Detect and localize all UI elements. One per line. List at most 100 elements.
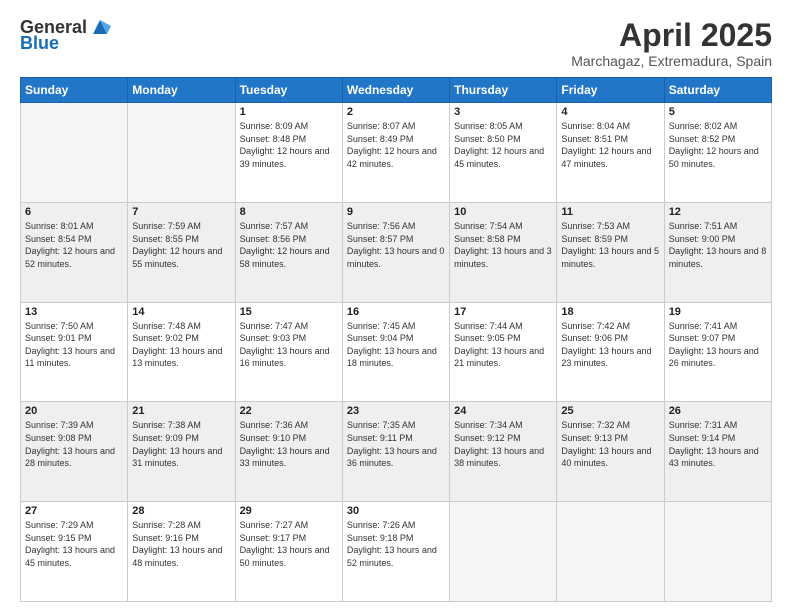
- day-number: 10: [454, 206, 552, 218]
- header: General Blue April 2025 Marchagaz, Extre…: [20, 18, 772, 69]
- day-info: Sunrise: 7:39 AMSunset: 9:08 PMDaylight:…: [25, 419, 123, 469]
- day-info: Sunrise: 8:01 AMSunset: 8:54 PMDaylight:…: [25, 220, 123, 270]
- location: Marchagaz, Extremadura, Spain: [571, 53, 772, 69]
- day-info: Sunrise: 7:36 AMSunset: 9:10 PMDaylight:…: [240, 419, 338, 469]
- day-info: Sunrise: 7:48 AMSunset: 9:02 PMDaylight:…: [132, 320, 230, 370]
- day-info: Sunrise: 7:51 AMSunset: 9:00 PMDaylight:…: [669, 220, 767, 270]
- calendar-cell: 6 Sunrise: 8:01 AMSunset: 8:54 PMDaylight…: [21, 202, 128, 302]
- day-info: Sunrise: 7:50 AMSunset: 9:01 PMDaylight:…: [25, 320, 123, 370]
- calendar-cell: 18 Sunrise: 7:42 AMSunset: 9:06 PMDayligh…: [557, 302, 664, 402]
- day-number: 27: [25, 505, 123, 517]
- day-info: Sunrise: 7:44 AMSunset: 9:05 PMDaylight:…: [454, 320, 552, 370]
- day-info: Sunrise: 7:38 AMSunset: 9:09 PMDaylight:…: [132, 419, 230, 469]
- day-number: 2: [347, 106, 445, 118]
- calendar-cell: 21 Sunrise: 7:38 AMSunset: 9:09 PMDayligh…: [128, 402, 235, 502]
- calendar-day-header: Friday: [557, 78, 664, 103]
- calendar-day-header: Tuesday: [235, 78, 342, 103]
- calendar-cell: 8 Sunrise: 7:57 AMSunset: 8:56 PMDaylight…: [235, 202, 342, 302]
- calendar-cell: 26 Sunrise: 7:31 AMSunset: 9:14 PMDayligh…: [664, 402, 771, 502]
- day-info: Sunrise: 7:26 AMSunset: 9:18 PMDaylight:…: [347, 519, 445, 569]
- day-number: 11: [561, 206, 659, 218]
- day-number: 7: [132, 206, 230, 218]
- day-number: 18: [561, 306, 659, 318]
- day-number: 5: [669, 106, 767, 118]
- day-number: 21: [132, 405, 230, 417]
- day-info: Sunrise: 7:31 AMSunset: 9:14 PMDaylight:…: [669, 419, 767, 469]
- day-info: Sunrise: 7:53 AMSunset: 8:59 PMDaylight:…: [561, 220, 659, 270]
- calendar-day-header: Sunday: [21, 78, 128, 103]
- calendar-cell: 23 Sunrise: 7:35 AMSunset: 9:11 PMDayligh…: [342, 402, 449, 502]
- calendar-cell: 10Sunrise: 7:54 AMSunset: 8:58 PMDayligh…: [450, 202, 557, 302]
- title-block: April 2025 Marchagaz, Extremadura, Spain: [571, 18, 772, 69]
- day-number: 23: [347, 405, 445, 417]
- calendar-cell: 17 Sunrise: 7:44 AMSunset: 9:05 PMDayligh…: [450, 302, 557, 402]
- calendar-day-header: Wednesday: [342, 78, 449, 103]
- calendar-cell: 29 Sunrise: 7:27 AMSunset: 9:17 PMDayligh…: [235, 502, 342, 602]
- day-info: Sunrise: 7:29 AMSunset: 9:15 PMDaylight:…: [25, 519, 123, 569]
- day-info: Sunrise: 8:04 AMSunset: 8:51 PMDaylight:…: [561, 120, 659, 170]
- calendar-day-header: Thursday: [450, 78, 557, 103]
- day-info: Sunrise: 8:07 AMSunset: 8:49 PMDaylight:…: [347, 120, 445, 170]
- logo-blue-text: Blue: [20, 34, 59, 54]
- day-number: 14: [132, 306, 230, 318]
- calendar-cell: 16 Sunrise: 7:45 AMSunset: 9:04 PMDayligh…: [342, 302, 449, 402]
- calendar-cell: [450, 502, 557, 602]
- day-number: 16: [347, 306, 445, 318]
- calendar-cell: 13 Sunrise: 7:50 AMSunset: 9:01 PMDayligh…: [21, 302, 128, 402]
- day-number: 25: [561, 405, 659, 417]
- calendar-day-header: Monday: [128, 78, 235, 103]
- calendar-week-row: 6 Sunrise: 8:01 AMSunset: 8:54 PMDaylight…: [21, 202, 772, 302]
- calendar-cell: 20 Sunrise: 7:39 AMSunset: 9:08 PMDayligh…: [21, 402, 128, 502]
- day-number: 15: [240, 306, 338, 318]
- calendar-cell: 1Sunrise: 8:09 AMSunset: 8:48 PMDaylight…: [235, 103, 342, 203]
- day-number: 13: [25, 306, 123, 318]
- day-number: 8: [240, 206, 338, 218]
- day-info: Sunrise: 7:59 AMSunset: 8:55 PMDaylight:…: [132, 220, 230, 270]
- day-number: 9: [347, 206, 445, 218]
- day-info: Sunrise: 7:28 AMSunset: 9:16 PMDaylight:…: [132, 519, 230, 569]
- day-info: Sunrise: 7:45 AMSunset: 9:04 PMDaylight:…: [347, 320, 445, 370]
- day-number: 26: [669, 405, 767, 417]
- logo-icon: [89, 16, 111, 38]
- day-info: Sunrise: 7:57 AMSunset: 8:56 PMDaylight:…: [240, 220, 338, 270]
- calendar-cell: [664, 502, 771, 602]
- calendar-week-row: 20 Sunrise: 7:39 AMSunset: 9:08 PMDayligh…: [21, 402, 772, 502]
- day-number: 30: [347, 505, 445, 517]
- day-info: Sunrise: 7:35 AMSunset: 9:11 PMDaylight:…: [347, 419, 445, 469]
- calendar-week-row: 1Sunrise: 8:09 AMSunset: 8:48 PMDaylight…: [21, 103, 772, 203]
- day-info: Sunrise: 7:42 AMSunset: 9:06 PMDaylight:…: [561, 320, 659, 370]
- calendar-week-row: 13 Sunrise: 7:50 AMSunset: 9:01 PMDayligh…: [21, 302, 772, 402]
- day-info: Sunrise: 7:34 AMSunset: 9:12 PMDaylight:…: [454, 419, 552, 469]
- day-number: 28: [132, 505, 230, 517]
- calendar-cell: 28 Sunrise: 7:28 AMSunset: 9:16 PMDayligh…: [128, 502, 235, 602]
- calendar-cell: 9 Sunrise: 7:56 AMSunset: 8:57 PMDaylight…: [342, 202, 449, 302]
- day-number: 19: [669, 306, 767, 318]
- day-number: 1: [240, 106, 338, 118]
- day-number: 22: [240, 405, 338, 417]
- calendar-cell: 12Sunrise: 7:51 AMSunset: 9:00 PMDayligh…: [664, 202, 771, 302]
- calendar-day-header: Saturday: [664, 78, 771, 103]
- calendar-cell: [557, 502, 664, 602]
- calendar-cell: 19Sunrise: 7:41 AMSunset: 9:07 PMDayligh…: [664, 302, 771, 402]
- day-number: 29: [240, 505, 338, 517]
- calendar-cell: 27 Sunrise: 7:29 AMSunset: 9:15 PMDayligh…: [21, 502, 128, 602]
- page: General Blue April 2025 Marchagaz, Extre…: [0, 0, 792, 612]
- calendar-cell: 4Sunrise: 8:04 AMSunset: 8:51 PMDaylight…: [557, 103, 664, 203]
- day-info: Sunrise: 7:27 AMSunset: 9:17 PMDaylight:…: [240, 519, 338, 569]
- calendar-cell: 15Sunrise: 7:47 AMSunset: 9:03 PMDayligh…: [235, 302, 342, 402]
- calendar-cell: 7 Sunrise: 7:59 AMSunset: 8:55 PMDaylight…: [128, 202, 235, 302]
- day-info: Sunrise: 7:56 AMSunset: 8:57 PMDaylight:…: [347, 220, 445, 270]
- calendar-table: SundayMondayTuesdayWednesdayThursdayFrid…: [20, 77, 772, 602]
- day-number: 6: [25, 206, 123, 218]
- calendar-cell: 2 Sunrise: 8:07 AMSunset: 8:49 PMDaylight…: [342, 103, 449, 203]
- day-info: Sunrise: 7:32 AMSunset: 9:13 PMDaylight:…: [561, 419, 659, 469]
- calendar-cell: [128, 103, 235, 203]
- day-info: Sunrise: 8:02 AMSunset: 8:52 PMDaylight:…: [669, 120, 767, 170]
- logo: General Blue: [20, 18, 111, 54]
- day-number: 20: [25, 405, 123, 417]
- calendar-week-row: 27 Sunrise: 7:29 AMSunset: 9:15 PMDayligh…: [21, 502, 772, 602]
- calendar-cell: 30 Sunrise: 7:26 AMSunset: 9:18 PMDayligh…: [342, 502, 449, 602]
- calendar-cell: 22 Sunrise: 7:36 AMSunset: 9:10 PMDayligh…: [235, 402, 342, 502]
- day-number: 17: [454, 306, 552, 318]
- day-number: 3: [454, 106, 552, 118]
